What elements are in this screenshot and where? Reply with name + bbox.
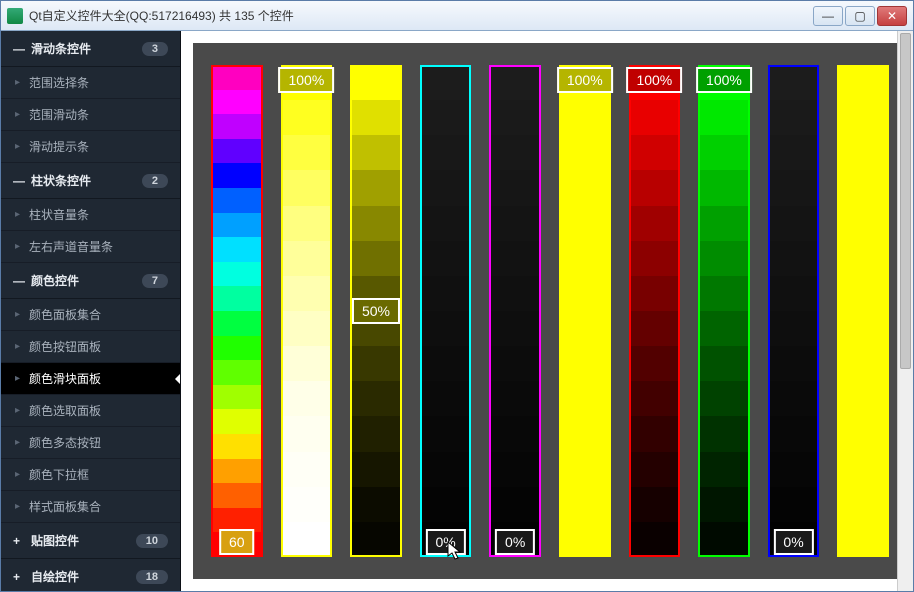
sidebar-group-header[interactable]: — 柱状条控件 2 <box>1 163 180 199</box>
sidebar-item[interactable]: 范围选择条 <box>1 67 180 99</box>
slider-frame <box>629 65 681 557</box>
slider-value-label: 100% <box>278 67 334 93</box>
color-slider[interactable]: 0% <box>768 65 820 557</box>
expand-icon: — <box>13 42 23 56</box>
window-title: Qt自定义控件大全(QQ:517216493) 共 135 个控件 <box>29 7 813 24</box>
sidebar-item[interactable]: 颜色面板集合 <box>1 299 180 331</box>
sidebar-item[interactable]: 颜色按钮面板 <box>1 331 180 363</box>
expand-icon: — <box>13 274 23 288</box>
sidebar-item[interactable]: 颜色滑块面板 <box>1 363 180 395</box>
group-label: 滑动条控件 <box>31 40 91 57</box>
main-area: 60 100% 50% 0% 0% 100% 100% 100% 0% <box>181 31 913 591</box>
sidebar-item[interactable]: 颜色多态按钮 <box>1 427 180 459</box>
sidebar-item-label: 颜色多态按钮 <box>29 434 101 451</box>
minimize-button[interactable]: — <box>813 6 843 26</box>
color-slider[interactable]: 0% <box>489 65 541 557</box>
color-slider[interactable]: 100% <box>281 65 333 557</box>
sidebar-item[interactable]: 颜色下拉框 <box>1 459 180 491</box>
sidebar-group-header[interactable]: + 贴图控件 10 <box>1 523 180 559</box>
sidebar-item-label: 左右声道音量条 <box>29 238 113 255</box>
slider-value-label: 0% <box>425 529 465 555</box>
sidebar-group-header[interactable]: — 滑动条控件 3 <box>1 31 180 67</box>
count-badge: 10 <box>136 534 168 548</box>
slider-value-label: 0% <box>773 529 813 555</box>
count-badge: 7 <box>142 274 168 288</box>
maximize-button[interactable]: ▢ <box>845 6 875 26</box>
count-badge: 2 <box>142 174 168 188</box>
preview-canvas: 60 100% 50% 0% 0% 100% 100% 100% 0% <box>193 43 901 579</box>
sidebar-item[interactable]: 样式面板集合 <box>1 491 180 523</box>
scrollbar-thumb[interactable] <box>900 33 911 369</box>
sidebar-item[interactable]: 颜色选取面板 <box>1 395 180 427</box>
slider-frame <box>420 65 472 557</box>
app-window: Qt自定义控件大全(QQ:517216493) 共 135 个控件 — ▢ ✕ … <box>0 0 914 592</box>
slider-value-label: 100% <box>696 67 752 93</box>
count-badge: 18 <box>136 570 168 584</box>
main-scrollbar[interactable] <box>897 31 913 591</box>
sidebar[interactable]: — 滑动条控件 3 范围选择条范围滑动条滑动提示条 — 柱状条控件 2 柱状音量条左右声道音量… <box>1 31 181 591</box>
sidebar-item-label: 范围选择条 <box>29 74 89 91</box>
expand-icon: + <box>13 570 23 584</box>
sidebar-item[interactable]: 左右声道音量条 <box>1 231 180 263</box>
slider-frame <box>489 65 541 557</box>
close-button[interactable]: ✕ <box>877 6 907 26</box>
sidebar-item[interactable]: 范围滑动条 <box>1 99 180 131</box>
count-badge: 3 <box>142 42 168 56</box>
sidebar-item[interactable]: 柱状音量条 <box>1 199 180 231</box>
color-slider[interactable]: 100% <box>559 65 611 557</box>
sidebar-item[interactable]: 滑动提示条 <box>1 131 180 163</box>
slider-frame <box>768 65 820 557</box>
color-slider[interactable]: 0% <box>420 65 472 557</box>
app-icon <box>7 8 23 24</box>
sidebar-item-label: 颜色按钮面板 <box>29 338 101 355</box>
color-slider[interactable] <box>837 65 889 557</box>
sidebar-group-header[interactable]: + 自绘控件 18 <box>1 559 180 591</box>
slider-value-label: 100% <box>557 67 613 93</box>
slider-frame <box>698 65 750 557</box>
slider-value-label: 100% <box>626 67 682 93</box>
sidebar-item-label: 颜色滑块面板 <box>29 370 101 387</box>
window-buttons: — ▢ ✕ <box>813 6 907 26</box>
sidebar-item-label: 滑动提示条 <box>29 138 89 155</box>
group-label: 贴图控件 <box>31 532 79 549</box>
group-label: 柱状条控件 <box>31 172 91 189</box>
sidebar-item-label: 颜色下拉框 <box>29 466 89 483</box>
group-label: 自绘控件 <box>31 568 79 585</box>
body: — 滑动条控件 3 范围选择条范围滑动条滑动提示条 — 柱状条控件 2 柱状音量条左右声道音量… <box>1 31 913 591</box>
expand-icon: + <box>13 534 23 548</box>
slider-value-label: 60 <box>219 529 255 555</box>
color-slider[interactable]: 100% <box>698 65 750 557</box>
color-slider[interactable]: 50% <box>350 65 402 557</box>
sidebar-item-label: 颜色选取面板 <box>29 402 101 419</box>
titlebar: Qt自定义控件大全(QQ:517216493) 共 135 个控件 — ▢ ✕ <box>1 1 913 31</box>
color-slider[interactable]: 100% <box>629 65 681 557</box>
sidebar-item-label: 范围滑动条 <box>29 106 89 123</box>
color-bars: 60 100% 50% 0% 0% 100% 100% 100% 0% <box>211 65 889 557</box>
slider-frame <box>837 65 889 557</box>
expand-icon: — <box>13 174 23 188</box>
slider-frame <box>211 65 263 557</box>
slider-value-label: 0% <box>495 529 535 555</box>
group-label: 颜色控件 <box>31 272 79 289</box>
slider-frame <box>281 65 333 557</box>
color-slider[interactable]: 60 <box>211 65 263 557</box>
slider-value-label: 50% <box>352 298 400 324</box>
sidebar-item-label: 柱状音量条 <box>29 206 89 223</box>
sidebar-group-header[interactable]: — 颜色控件 7 <box>1 263 180 299</box>
slider-frame <box>559 65 611 557</box>
sidebar-item-label: 样式面板集合 <box>29 498 101 515</box>
sidebar-item-label: 颜色面板集合 <box>29 306 101 323</box>
